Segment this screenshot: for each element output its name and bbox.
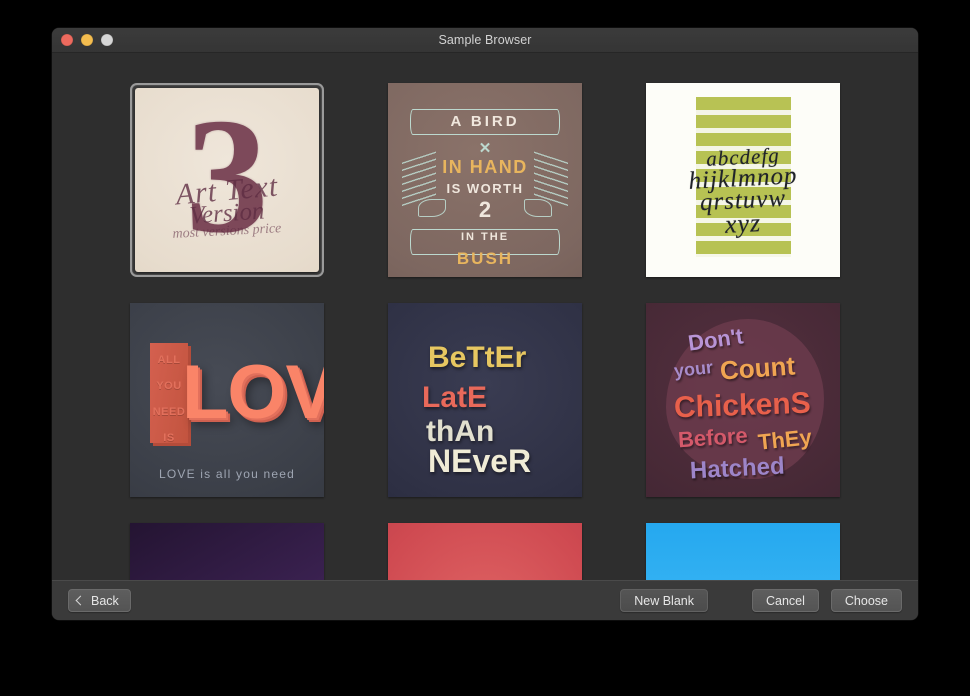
cancel-button[interactable]: Cancel <box>751 589 819 612</box>
new-blank-button-label: New Blank <box>634 593 694 608</box>
thumbnail-image: A BIRD ✕ IN HAND IS WORTH 2 IN THE BUSH <box>388 83 582 277</box>
crossed-arrows-icon: ✕ <box>478 140 492 157</box>
thumb-caption: LOVE is all you need <box>158 467 296 481</box>
choose-button[interactable]: Choose <box>830 589 902 612</box>
thumbnail-image: BeTtEr LatE thAn NEveR <box>388 303 582 497</box>
template-gallery-scroll-area[interactable]: 3 Art Text Version most versions price A… <box>52 53 918 580</box>
thumb-line-2: IN HAND <box>442 157 528 177</box>
thumb-headline: LOVE <box>182 350 324 435</box>
thumb-line-4: NEveR <box>428 443 532 479</box>
minimize-button[interactable] <box>81 34 93 46</box>
choose-button-label: Choose <box>844 593 888 608</box>
dialog-toolbar: Back New Blank Cancel Choose <box>52 580 918 620</box>
thumb-line-3: IS WORTH <box>446 181 524 196</box>
template-red-gradient[interactable] <box>388 523 582 580</box>
new-blank-button[interactable]: New Blank <box>620 589 708 612</box>
thumb-line-2: LatE <box>422 381 488 414</box>
window-titlebar: Sample Browser <box>52 28 918 53</box>
template-grid: 3 Art Text Version most versions price A… <box>52 53 918 580</box>
template-art-text-three[interactable]: 3 Art Text Version most versions price <box>130 83 324 277</box>
zoom-button[interactable] <box>101 34 113 46</box>
thumb-word-2: your <box>673 357 714 381</box>
template-dont-count-your-chickens[interactable]: Don't your Count ChickenS Before ThEy Ha… <box>646 303 840 497</box>
cancel-button-label: Cancel <box>765 593 805 608</box>
thumb-word-5: Before <box>677 422 749 453</box>
template-a-bird-in-hand[interactable]: A BIRD ✕ IN HAND IS WORTH 2 IN THE BUSH <box>388 83 582 277</box>
thumb-word-4: ChickenS <box>673 386 812 425</box>
sample-browser-window: Sample Browser 3 Art Text Version most v… <box>52 28 918 620</box>
thumbnail-image <box>130 523 324 580</box>
back-button[interactable]: Back <box>68 589 131 612</box>
thumbnail-image: 3 Art Text Version most versions price <box>135 88 319 272</box>
thumb-line-1: A BIRD <box>450 113 520 130</box>
thumbnail-image: ALL YOU NEED IS LOVE LOVE is all you nee… <box>130 303 324 497</box>
close-button[interactable] <box>61 34 73 46</box>
thumb-line-5: IN THE <box>460 231 510 243</box>
thumb-word-7: Hatched <box>689 452 786 485</box>
thumb-line-6: BUSH <box>456 249 514 268</box>
back-button-label: Back <box>91 593 119 608</box>
thumbnail-image: Don't your Count ChickenS Before ThEy Ha… <box>646 303 840 497</box>
chevron-left-icon <box>75 595 86 605</box>
template-calligraphy-alphabet[interactable]: abcdefg hijklmnop qrstuvw xyz <box>646 83 840 277</box>
thumbnail-image <box>646 523 840 580</box>
thumbnail-image: abcdefg hijklmnop qrstuvw xyz <box>646 83 840 277</box>
thumb-line-4: 2 <box>478 197 492 222</box>
thumb-line-1: BeTtEr <box>428 341 527 374</box>
window-title: Sample Browser <box>438 33 532 47</box>
template-purple-gradient[interactable] <box>130 523 324 580</box>
thumb-word-3: Count <box>719 350 797 386</box>
screen: Sample Browser 3 Art Text Version most v… <box>0 0 970 696</box>
template-better-late-than-never[interactable]: BeTtEr LatE thAn NEveR <box>388 303 582 497</box>
template-all-you-need-is-love[interactable]: ALL YOU NEED IS LOVE LOVE is all you nee… <box>130 303 324 497</box>
window-controls <box>61 28 113 52</box>
thumbnail-image <box>388 523 582 580</box>
dialog-action-buttons: Cancel Choose <box>751 589 902 612</box>
template-blue-gradient[interactable] <box>646 523 840 580</box>
